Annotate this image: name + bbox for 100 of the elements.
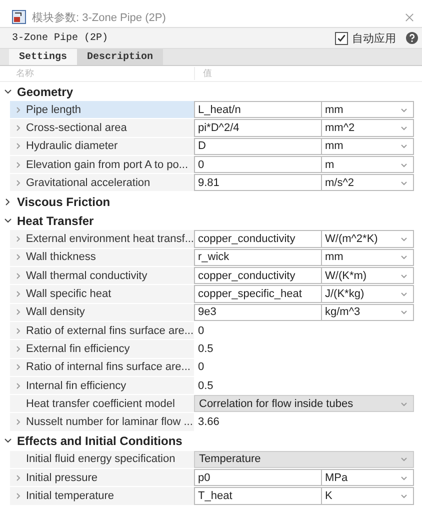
section-header[interactable]: Viscous Friction xyxy=(0,192,110,212)
unit-dropdown[interactable]: m/s^2 xyxy=(322,174,414,192)
parameter-row[interactable]: Cross-sectional area pi*D^2/4 mm^2 xyxy=(10,119,414,138)
value-field[interactable]: 0 xyxy=(194,358,414,376)
value-field[interactable]: 0 xyxy=(194,156,322,174)
parameter-label: Initial temperature xyxy=(26,490,114,502)
caret-icon xyxy=(400,290,408,298)
value-field[interactable]: 9.81 xyxy=(194,174,322,192)
parameter-row[interactable]: Internal fin efficiency 0.5 xyxy=(10,376,414,396)
value-field[interactable]: copper_conductivity xyxy=(194,267,322,284)
unit-dropdown[interactable]: J/(K*kg) xyxy=(322,285,414,303)
unit-dropdown[interactable]: m xyxy=(322,156,414,174)
expand-icon[interactable] xyxy=(14,290,22,298)
expand-icon[interactable] xyxy=(14,308,22,316)
chevron-icon xyxy=(4,88,12,96)
parameter-label: Elevation gain from port A to po... xyxy=(26,158,188,171)
value-field[interactable]: L_heat/n xyxy=(194,101,322,118)
caret-icon xyxy=(400,492,408,500)
expand-icon[interactable] xyxy=(14,235,22,244)
parameter-label: External fin efficiency xyxy=(26,342,130,355)
parameter-row[interactable]: Initial fluid energy specification Temperature xyxy=(10,450,414,470)
value-field[interactable]: 0 xyxy=(194,322,414,340)
unit-dropdown[interactable]: K xyxy=(322,487,414,505)
tab[interactable]: Description xyxy=(77,49,164,65)
parameter-row[interactable]: Ratio of internal fins surface are... 0 xyxy=(10,358,414,377)
unit-dropdown[interactable]: mm xyxy=(322,101,414,118)
block-icon xyxy=(12,10,26,24)
value-field[interactable]: 0.5 xyxy=(194,340,414,358)
value-field[interactable]: r_wick xyxy=(194,248,322,266)
expand-icon[interactable] xyxy=(14,178,22,187)
parameter-label: Cross-sectional area xyxy=(26,122,127,134)
unit-dropdown[interactable]: mm xyxy=(322,138,414,155)
parameter-row[interactable]: Elevation gain from port A to po... 0 m xyxy=(10,156,414,174)
expand-icon[interactable] xyxy=(14,326,22,335)
unit-dropdown[interactable]: W/(m^2*K) xyxy=(322,230,414,248)
caret-icon xyxy=(400,160,408,169)
caret-icon xyxy=(400,474,408,482)
unit-dropdown[interactable]: W/(K*m) xyxy=(322,267,414,284)
auto-apply-checkbox[interactable] xyxy=(335,32,348,44)
parameter-row[interactable]: Initial temperature T_heat K xyxy=(10,487,414,506)
chevron-icon xyxy=(4,216,12,225)
caret-icon xyxy=(400,272,408,280)
parameter-label: Ratio of internal fins surface are... xyxy=(26,361,190,374)
help-icon[interactable] xyxy=(406,32,418,44)
parameter-row[interactable]: Ratio of external fins surface are... 0 xyxy=(10,322,414,340)
parameter-row[interactable]: Wall specific heat copper_specific_heat J/(K*kg) xyxy=(10,285,414,304)
parameter-row[interactable]: Initial pressure p0 MPa xyxy=(10,469,414,488)
close-icon[interactable] xyxy=(405,12,414,22)
parameter-row[interactable]: External fin efficiency 0.5 xyxy=(10,340,414,359)
caret-icon xyxy=(400,106,408,114)
expand-icon[interactable] xyxy=(14,272,22,280)
expand-icon[interactable] xyxy=(14,492,22,500)
parameter-row[interactable]: Pipe length L_heat/n mm xyxy=(10,101,414,120)
column-header: 名称 xyxy=(0,67,195,80)
parameter-row[interactable]: Hydraulic diameter D mm xyxy=(10,138,414,156)
unit-dropdown[interactable]: kg/m^3 xyxy=(322,304,414,321)
parameter-label: Wall density xyxy=(26,306,85,318)
expand-icon[interactable] xyxy=(14,418,22,426)
unit-dropdown[interactable]: mm^2 xyxy=(322,119,414,137)
parameter-label: External environment heat transf... xyxy=(26,233,194,246)
expand-icon[interactable] xyxy=(14,382,22,390)
chevron-icon xyxy=(4,198,12,206)
value-field[interactable]: copper_specific_heat xyxy=(194,285,322,303)
value-field[interactable]: 0.5 xyxy=(194,376,414,394)
expand-icon[interactable] xyxy=(14,474,22,482)
value-field[interactable]: T_heat xyxy=(194,487,322,505)
section-header[interactable]: Geometry xyxy=(0,82,74,101)
section-header[interactable]: Heat Transfer xyxy=(0,211,94,230)
expand-icon[interactable] xyxy=(14,142,22,150)
parameter-row[interactable]: Heat transfer coefficient model Correlation for flow inside tubes xyxy=(10,395,414,414)
value-field[interactable]: pi*D^2/4 xyxy=(194,119,322,137)
unit-dropdown[interactable]: MPa xyxy=(322,469,414,486)
expand-icon[interactable] xyxy=(14,124,22,132)
parameter-row[interactable]: External environment heat transf... copper_conductivity W/(m^2*K) xyxy=(10,230,414,249)
expand-icon[interactable] xyxy=(14,106,22,114)
value-field[interactable]: 9e3 xyxy=(194,304,322,321)
expand-icon[interactable] xyxy=(14,160,22,169)
expand-icon[interactable] xyxy=(14,253,22,262)
unit-dropdown[interactable]: mm xyxy=(322,248,414,266)
value-field[interactable]: p0 xyxy=(194,469,322,486)
section-header[interactable]: Effects and Initial Conditions xyxy=(0,432,182,451)
window-title: 模块参数: 3-Zone Pipe (2P) xyxy=(32,10,167,24)
parameter-row[interactable]: Wall thermal conductivity copper_conductivity W/(K*m) xyxy=(10,267,414,286)
parameter-label: Pipe length xyxy=(26,104,82,116)
option-dropdown[interactable]: Correlation for flow inside tubes xyxy=(194,395,414,412)
parameter-row[interactable]: Gravitational acceleration 9.81 m/s^2 xyxy=(10,174,414,192)
parameter-row[interactable]: Wall thickness r_wick mm xyxy=(10,248,414,268)
value-field[interactable]: copper_conductivity xyxy=(194,230,322,248)
value-field[interactable]: D xyxy=(194,138,322,155)
caret-icon xyxy=(400,142,408,150)
caret-icon xyxy=(400,455,408,464)
parameter-row[interactable]: Wall density 9e3 kg/m^3 xyxy=(10,304,414,322)
block-name: 3-Zone Pipe (2P) xyxy=(12,32,108,44)
expand-icon[interactable] xyxy=(14,363,22,372)
expand-icon[interactable] xyxy=(14,344,22,353)
value-field[interactable]: 3.66 xyxy=(194,413,414,431)
parameter-row[interactable]: Nusselt number for laminar flow ... 3.66 xyxy=(10,413,414,432)
option-dropdown[interactable]: Temperature xyxy=(194,450,414,468)
tab[interactable]: Settings xyxy=(9,49,78,65)
parameter-label: Wall thermal conductivity xyxy=(26,270,148,282)
